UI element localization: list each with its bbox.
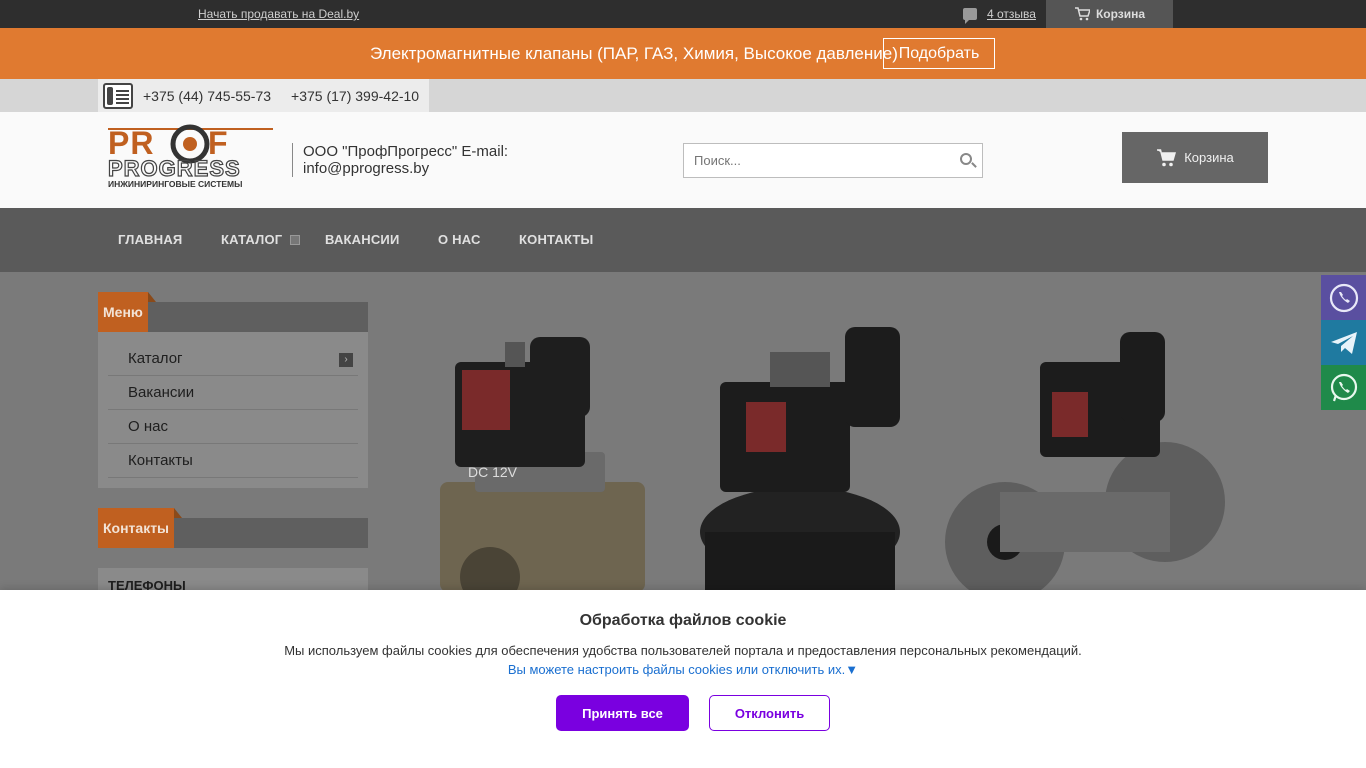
search-icon[interactable] [960, 153, 972, 165]
side-menu-item-about[interactable]: О нас [108, 410, 358, 444]
promo-banner: Электромагнитные клапаны (ПАР, ГАЗ, Хими… [0, 28, 1366, 79]
top-bar: Начать продавать на Deal.by 4 отзыва Кор… [0, 0, 1366, 28]
site-header: PR F PROGRESS ИНЖИНИРИНГОВЫЕ СИСТЕМЫ ООО… [0, 112, 1366, 208]
nav-item-vacancies[interactable]: ВАКАНСИИ [325, 232, 400, 247]
nav-item-label: КАТАЛОГ [221, 232, 283, 247]
comment-icon [963, 8, 977, 24]
telephone-icon [103, 82, 133, 109]
chevron-right-icon[interactable]: › [339, 353, 353, 367]
whatsapp-button[interactable] [1321, 365, 1366, 410]
cookie-text: Мы используем файлы cookies для обеспече… [284, 643, 1082, 658]
product-banner[interactable]: DC 12V [400, 292, 1300, 592]
decline-button[interactable]: Отклонить [709, 695, 830, 731]
svg-text:PROGRESS: PROGRESS [108, 156, 241, 181]
cookie-settings-link[interactable]: Вы можете настроить файлы cookies или от… [0, 662, 1366, 677]
viber-icon [1329, 283, 1358, 312]
header-divider [292, 143, 293, 177]
expand-icon[interactable] [290, 234, 301, 245]
phones-box: +375 (44) 745-55-73 +375 (17) 399-42-10 [98, 79, 429, 112]
reviews-label: 4 отзыва [987, 7, 1036, 21]
brass-valve-image: DC 12V [440, 337, 645, 592]
side-menu-item-catalog[interactable]: Каталог › [108, 342, 358, 376]
whatsapp-icon [1330, 373, 1357, 401]
pick-button[interactable]: Подобрать [883, 38, 995, 69]
top-cart-label: Корзина [1095, 7, 1146, 21]
promo-text: Электромагнитные клапаны (ПАР, ГАЗ, Хими… [370, 44, 898, 63]
viber-button[interactable] [1321, 275, 1366, 320]
page: Начать продавать на Deal.by 4 отзыва Кор… [0, 0, 1366, 768]
telegram-icon [1330, 331, 1357, 354]
side-menu-item-vacancies[interactable]: Вакансии [108, 376, 358, 410]
phone-number[interactable]: +375 (17) 399-42-10 [291, 88, 419, 104]
cart-icon [1074, 7, 1090, 21]
search-input[interactable] [684, 144, 934, 177]
top-cart-button[interactable]: Корзина [1046, 0, 1173, 28]
contacts-title: Контакты [98, 508, 183, 548]
cart-icon [1157, 148, 1177, 166]
side-menu-label: Каталог [128, 350, 183, 367]
company-info: ООО "ПрофПрогресс" E-mail: info@pprogres… [303, 143, 509, 177]
menu-title: Меню [98, 292, 156, 332]
nav-item-home[interactable]: ГЛАВНАЯ [118, 232, 182, 247]
nav-item-about[interactable]: О НАС [438, 232, 481, 247]
start-selling-link[interactable]: Начать продавать на Deal.by [198, 7, 359, 21]
side-menu-item-contacts[interactable]: Контакты [108, 444, 358, 478]
phones-strip: +375 (44) 745-55-73 +375 (17) 399-42-10 [0, 79, 1366, 112]
cookie-banner: Обработка файлов cookie Мы используем фа… [0, 590, 1366, 768]
reviews-link[interactable]: 4 отзыва [963, 7, 1036, 24]
black-valve-image [700, 327, 900, 592]
side-menu: Каталог › Вакансии О нас Контакты [98, 332, 368, 488]
main-nav: ГЛАВНАЯ КАТАЛОГ ВАКАНСИИ О НАС КОНТАКТЫ [0, 208, 1366, 272]
logo-tagline: ИНЖИНИРИНГОВЫЕ СИСТЕМЫ [108, 179, 242, 188]
accept-all-button[interactable]: Принять все [556, 695, 689, 731]
company-logo[interactable]: PR F PROGRESS ИНЖИНИРИНГОВЫЕ СИСТЕМЫ [108, 124, 273, 188]
cart-button[interactable]: Корзина [1122, 132, 1268, 183]
cart-label: Корзина [1184, 150, 1234, 165]
stainless-valve-image [945, 332, 1225, 592]
search-box [683, 143, 983, 178]
cookie-title: Обработка файлов cookie [579, 612, 787, 629]
telegram-button[interactable] [1321, 320, 1366, 365]
nav-item-catalog[interactable]: КАТАЛОГ [221, 232, 301, 247]
nav-item-contacts[interactable]: КОНТАКТЫ [519, 232, 593, 247]
valve-label: DC 12V [468, 464, 518, 480]
phone-number[interactable]: +375 (44) 745-55-73 [143, 88, 271, 104]
menu-header: Меню [98, 292, 368, 332]
contacts-header: Контакты [98, 508, 368, 548]
